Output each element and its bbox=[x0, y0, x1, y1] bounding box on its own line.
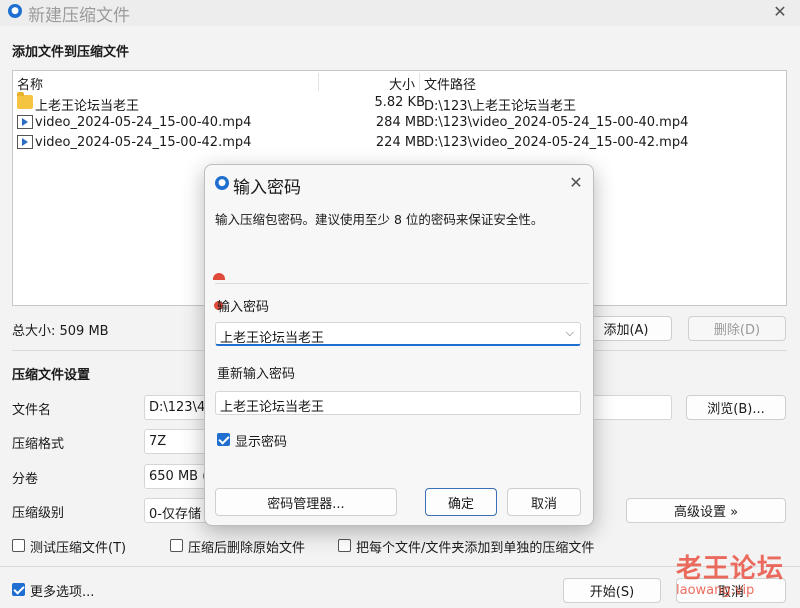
column-divider[interactable] bbox=[318, 73, 319, 91]
dialog-hint: 输入压缩包密码。建议使用至少 8 位的密码来保证安全性。 bbox=[215, 212, 544, 227]
video-file-icon bbox=[17, 135, 33, 149]
column-header-size[interactable]: 大小 bbox=[389, 74, 415, 93]
settings-section-title: 压缩文件设置 bbox=[12, 368, 91, 383]
app-logo-icon: ● bbox=[8, 4, 22, 18]
file-path: D:\123\上老王论坛当老王 bbox=[424, 99, 576, 114]
dialog-cancel-button[interactable]: 取消 bbox=[507, 488, 581, 516]
ok-button[interactable]: 确定 bbox=[425, 488, 497, 516]
show-password-label[interactable]: 显示密码 bbox=[235, 431, 287, 450]
split-label: 分卷 bbox=[12, 472, 39, 487]
password-label: 输入密码 bbox=[217, 300, 270, 315]
browse-button[interactable]: 浏览(B)... bbox=[686, 395, 786, 420]
file-size: 5.82 KB bbox=[374, 95, 425, 110]
confirm-password-input[interactable]: 上老王论坛当老王 bbox=[215, 391, 581, 415]
window-title: 新建压缩文件 bbox=[28, 6, 130, 26]
column-header-path[interactable]: 文件路径 bbox=[424, 74, 476, 93]
format-label: 压缩格式 bbox=[12, 437, 65, 452]
file-name: video_2024-05-24_15-00-40.mp4 bbox=[35, 115, 252, 130]
file-path: D:\123\video_2024-05-24_15-00-40.mp4 bbox=[424, 115, 689, 130]
chevron-down-icon[interactable]: ⌵ bbox=[566, 326, 574, 340]
column-divider[interactable] bbox=[419, 73, 420, 91]
password-input[interactable]: 上老王论坛当老王 ⌵ bbox=[215, 322, 581, 346]
more-options-label[interactable]: 更多选项... bbox=[30, 581, 94, 600]
dialog-title: 输入密码 bbox=[233, 178, 301, 198]
file-path: D:\123\video_2024-05-24_15-00-42.mp4 bbox=[424, 135, 689, 150]
watermark-text: 老王论坛 bbox=[676, 554, 785, 584]
watermark-mark bbox=[213, 273, 225, 280]
table-row[interactable]: video_2024-05-24_15-00-42.mp4 224 MB D:\… bbox=[13, 133, 783, 153]
advanced-settings-button[interactable]: 高级设置 » bbox=[626, 498, 786, 523]
level-label: 压缩级别 bbox=[12, 506, 65, 521]
close-icon[interactable]: ✕ bbox=[768, 2, 792, 21]
file-name: 上老王论坛当老王 bbox=[35, 99, 140, 114]
more-options-checkbox[interactable] bbox=[12, 583, 25, 596]
total-size: 总大小: 509 MB bbox=[12, 324, 109, 339]
column-header-name[interactable]: 名称 bbox=[17, 74, 43, 93]
title-bar: ● 新建压缩文件 ✕ bbox=[0, 0, 800, 26]
test-archive-checkbox[interactable] bbox=[12, 539, 25, 552]
dialog-divider bbox=[215, 283, 589, 284]
file-name: video_2024-05-24_15-00-42.mp4 bbox=[35, 135, 252, 150]
table-row[interactable]: video_2024-05-24_15-00-40.mp4 284 MB D:\… bbox=[13, 113, 783, 133]
confirm-password-label: 重新输入密码 bbox=[217, 367, 296, 382]
video-file-icon bbox=[17, 115, 33, 129]
dialog-close-icon[interactable]: ✕ bbox=[565, 173, 587, 192]
file-size: 284 MB bbox=[375, 115, 425, 130]
filename-label: 文件名 bbox=[12, 403, 52, 418]
file-size: 224 MB bbox=[375, 135, 425, 150]
password-value: 上老王论坛当老王 bbox=[220, 331, 325, 346]
password-manager-button[interactable]: 密码管理器... bbox=[215, 488, 397, 516]
test-archive-label[interactable]: 测试压缩文件(T) bbox=[30, 537, 126, 556]
remove-button[interactable]: 删除(D) bbox=[688, 316, 786, 341]
folder-icon bbox=[17, 92, 33, 109]
app-logo-icon: ● bbox=[215, 176, 229, 190]
watermark-url: laowang.vip bbox=[676, 583, 755, 598]
show-password-checkbox[interactable] bbox=[217, 433, 230, 446]
separate-archives-label[interactable]: 把每个文件/文件夹添加到单独的压缩文件 bbox=[356, 537, 594, 556]
table-row[interactable]: 上老王论坛当老王 5.82 KB D:\123\上老王论坛当老王 bbox=[13, 92, 783, 114]
separate-archives-checkbox[interactable] bbox=[338, 539, 351, 552]
start-button[interactable]: 开始(S) bbox=[563, 578, 661, 603]
add-section-title: 添加文件到压缩文件 bbox=[12, 45, 130, 60]
delete-after-checkbox[interactable] bbox=[170, 539, 183, 552]
delete-after-label[interactable]: 压缩后删除原始文件 bbox=[188, 537, 305, 556]
password-dialog: ● 输入密码 ✕ 输入压缩包密码。建议使用至少 8 位的密码来保证安全性。 输入… bbox=[204, 164, 594, 526]
watermark: 老王论坛 laowang.vip bbox=[676, 548, 784, 598]
